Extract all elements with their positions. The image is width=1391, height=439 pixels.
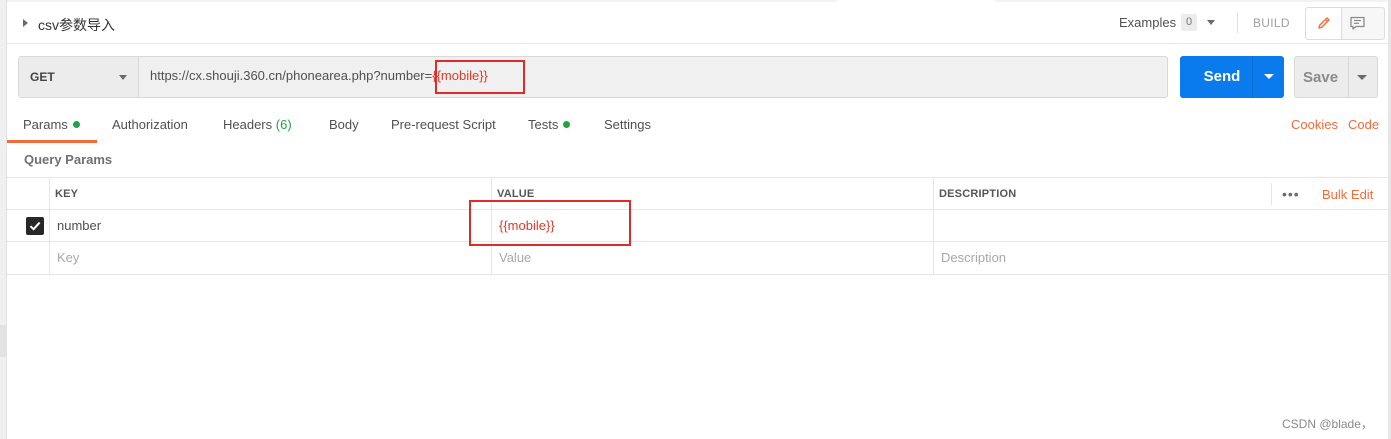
param-value-highlight-box [469,200,631,246]
tests-status-dot [563,121,571,128]
param-enabled-checkbox[interactable] [26,217,44,235]
send-options-chevron-icon[interactable] [1264,74,1274,79]
watermark-text: CSDN @blade， [1282,417,1373,431]
tab-tests-label: Tests [528,117,559,132]
examples-count-badge: 0 [1181,14,1197,31]
checkmark-icon [29,221,41,231]
tab-params-label: Params [23,117,68,132]
bulk-edit-link[interactable]: Bulk Edit [1322,187,1373,202]
save-button-label: Save [1303,69,1339,86]
key-placeholder-input[interactable]: Key [57,250,79,265]
save-button[interactable]: Save [1294,56,1378,98]
send-button-label: Send [1203,68,1241,85]
url-bar: GET https://cx.shouji.360.cn/phonearea.p… [18,56,1168,98]
description-column-header: DESCRIPTION [939,188,1017,200]
active-tab-underline [7,140,97,143]
build-label: BUILD [1253,16,1290,30]
param-key-cell[interactable]: number [57,218,101,233]
cookies-link[interactable]: Cookies [1291,117,1338,132]
column-divider [49,177,50,275]
request-title[interactable]: csv参数导入 [38,15,115,35]
tab-pre-request-script-label: Pre-request Script [391,117,496,132]
url-base-text: https://cx.shouji.360.cn/phonearea.php?n… [150,68,433,83]
request-tabs: Params Authorization Headers (6) Body Pr… [7,108,1388,143]
tab-body[interactable]: Body [329,117,359,132]
method-select[interactable]: GET [19,57,139,97]
save-button-divider [1348,57,1349,97]
comment-icon[interactable] [1349,15,1366,32]
send-button-divider [1252,56,1253,98]
params-table: KEY VALUE DESCRIPTION ••• Bulk Edit numb… [7,177,1388,275]
table-header-row: KEY VALUE DESCRIPTION ••• Bulk Edit [7,177,1388,210]
tab-tests[interactable]: Tests [528,117,571,132]
tab-params[interactable]: Params [23,117,80,132]
code-link[interactable]: Code [1348,117,1379,132]
save-options-chevron-icon[interactable] [1357,75,1367,80]
header-divider [1237,13,1238,33]
send-button[interactable]: Send [1180,56,1284,98]
view-mode-toggle [1305,7,1385,40]
tab-headers-label: Headers [223,117,273,132]
table-row-empty: Key Value Description [7,242,1388,275]
headers-count: (6) [275,117,292,132]
tab-settings[interactable]: Settings [604,117,651,132]
tab-body-label: Body [329,117,359,132]
tab-pre-request-script[interactable]: Pre-request Script [391,117,496,132]
examples-dropdown-label[interactable]: Examples [1119,15,1176,30]
tab-settings-label: Settings [604,117,651,132]
edit-mode-button[interactable] [1306,8,1342,39]
left-panel-notch [0,325,7,357]
chevron-down-icon[interactable] [1207,20,1215,25]
description-placeholder-input[interactable]: Description [941,250,1006,265]
method-label: GET [30,70,55,84]
collapse-caret-icon[interactable] [23,19,28,27]
value-column-header: VALUE [497,188,535,200]
query-params-title: Query Params [24,152,113,167]
request-header: csv参数导入 Examples 0 BUILD [7,2,1388,44]
params-status-dot [72,121,80,128]
header-actions-divider [1271,183,1272,205]
url-variable-highlight-box [435,60,525,94]
left-panel-edge [0,0,7,439]
chevron-down-icon [119,75,127,80]
key-column-header: KEY [55,188,79,200]
value-placeholder-input[interactable]: Value [499,250,531,265]
more-options-icon[interactable]: ••• [1282,186,1300,202]
pencil-icon [1318,17,1330,29]
tab-authorization[interactable]: Authorization [112,117,188,132]
tab-authorization-label: Authorization [112,117,188,132]
column-divider [933,177,934,275]
tab-headers[interactable]: Headers (6) [223,117,292,132]
table-row: number {{mobile}} [7,210,1388,242]
